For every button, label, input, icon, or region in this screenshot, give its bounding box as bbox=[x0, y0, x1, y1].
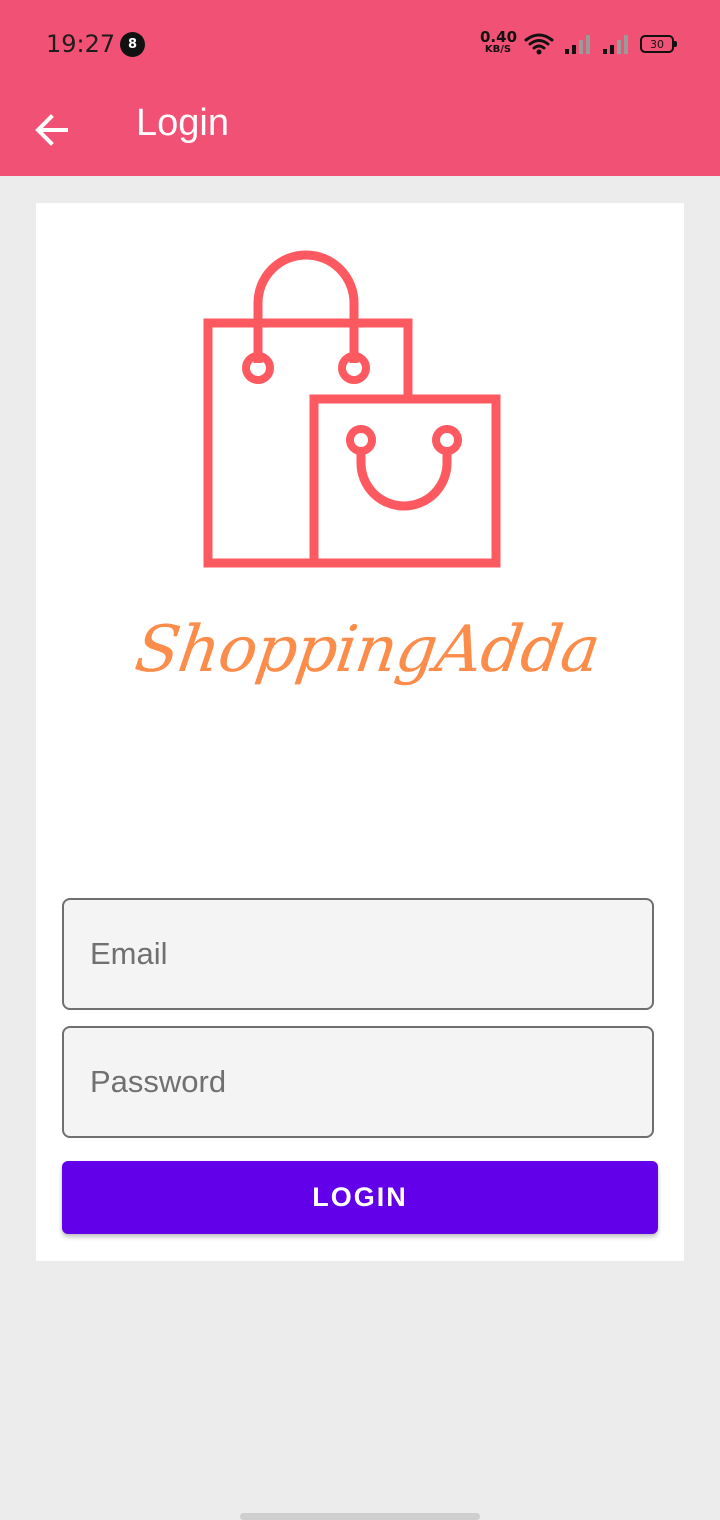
brand-name: ShoppingAdda bbox=[130, 613, 604, 687]
login-card: ShoppingAdda LOGIN bbox=[36, 203, 684, 1261]
network-speed-value: 0.40 bbox=[480, 28, 518, 46]
battery-icon: 30 bbox=[640, 35, 677, 53]
network-speed-unit: KB/S bbox=[484, 44, 512, 55]
home-indicator[interactable] bbox=[240, 1513, 480, 1520]
shopping-bags-icon bbox=[203, 250, 501, 568]
status-bar: 19:27 8 0.40 KB/S 30 bbox=[0, 0, 720, 88]
email-input[interactable] bbox=[64, 900, 652, 1008]
network-speed: 0.40 KB/S bbox=[480, 28, 518, 55]
wifi-icon bbox=[524, 33, 554, 55]
page-title: Login bbox=[136, 102, 229, 144]
password-input[interactable] bbox=[64, 1028, 652, 1136]
signal-icon bbox=[565, 35, 590, 54]
login-button[interactable]: LOGIN bbox=[62, 1161, 658, 1234]
notification-badge: 8 bbox=[120, 32, 145, 57]
signal-icon bbox=[603, 35, 628, 54]
password-field[interactable] bbox=[62, 1026, 654, 1138]
app-bar: 19:27 8 0.40 KB/S 30 Login bbox=[0, 0, 720, 176]
arrow-back-icon bbox=[35, 114, 68, 146]
status-time: 19:27 bbox=[46, 30, 116, 58]
toolbar: Login bbox=[0, 88, 720, 176]
status-icons: 30 bbox=[524, 30, 677, 58]
back-button[interactable] bbox=[22, 100, 82, 160]
email-field[interactable] bbox=[62, 898, 654, 1010]
brand-logo: ShoppingAdda bbox=[131, 243, 604, 723]
